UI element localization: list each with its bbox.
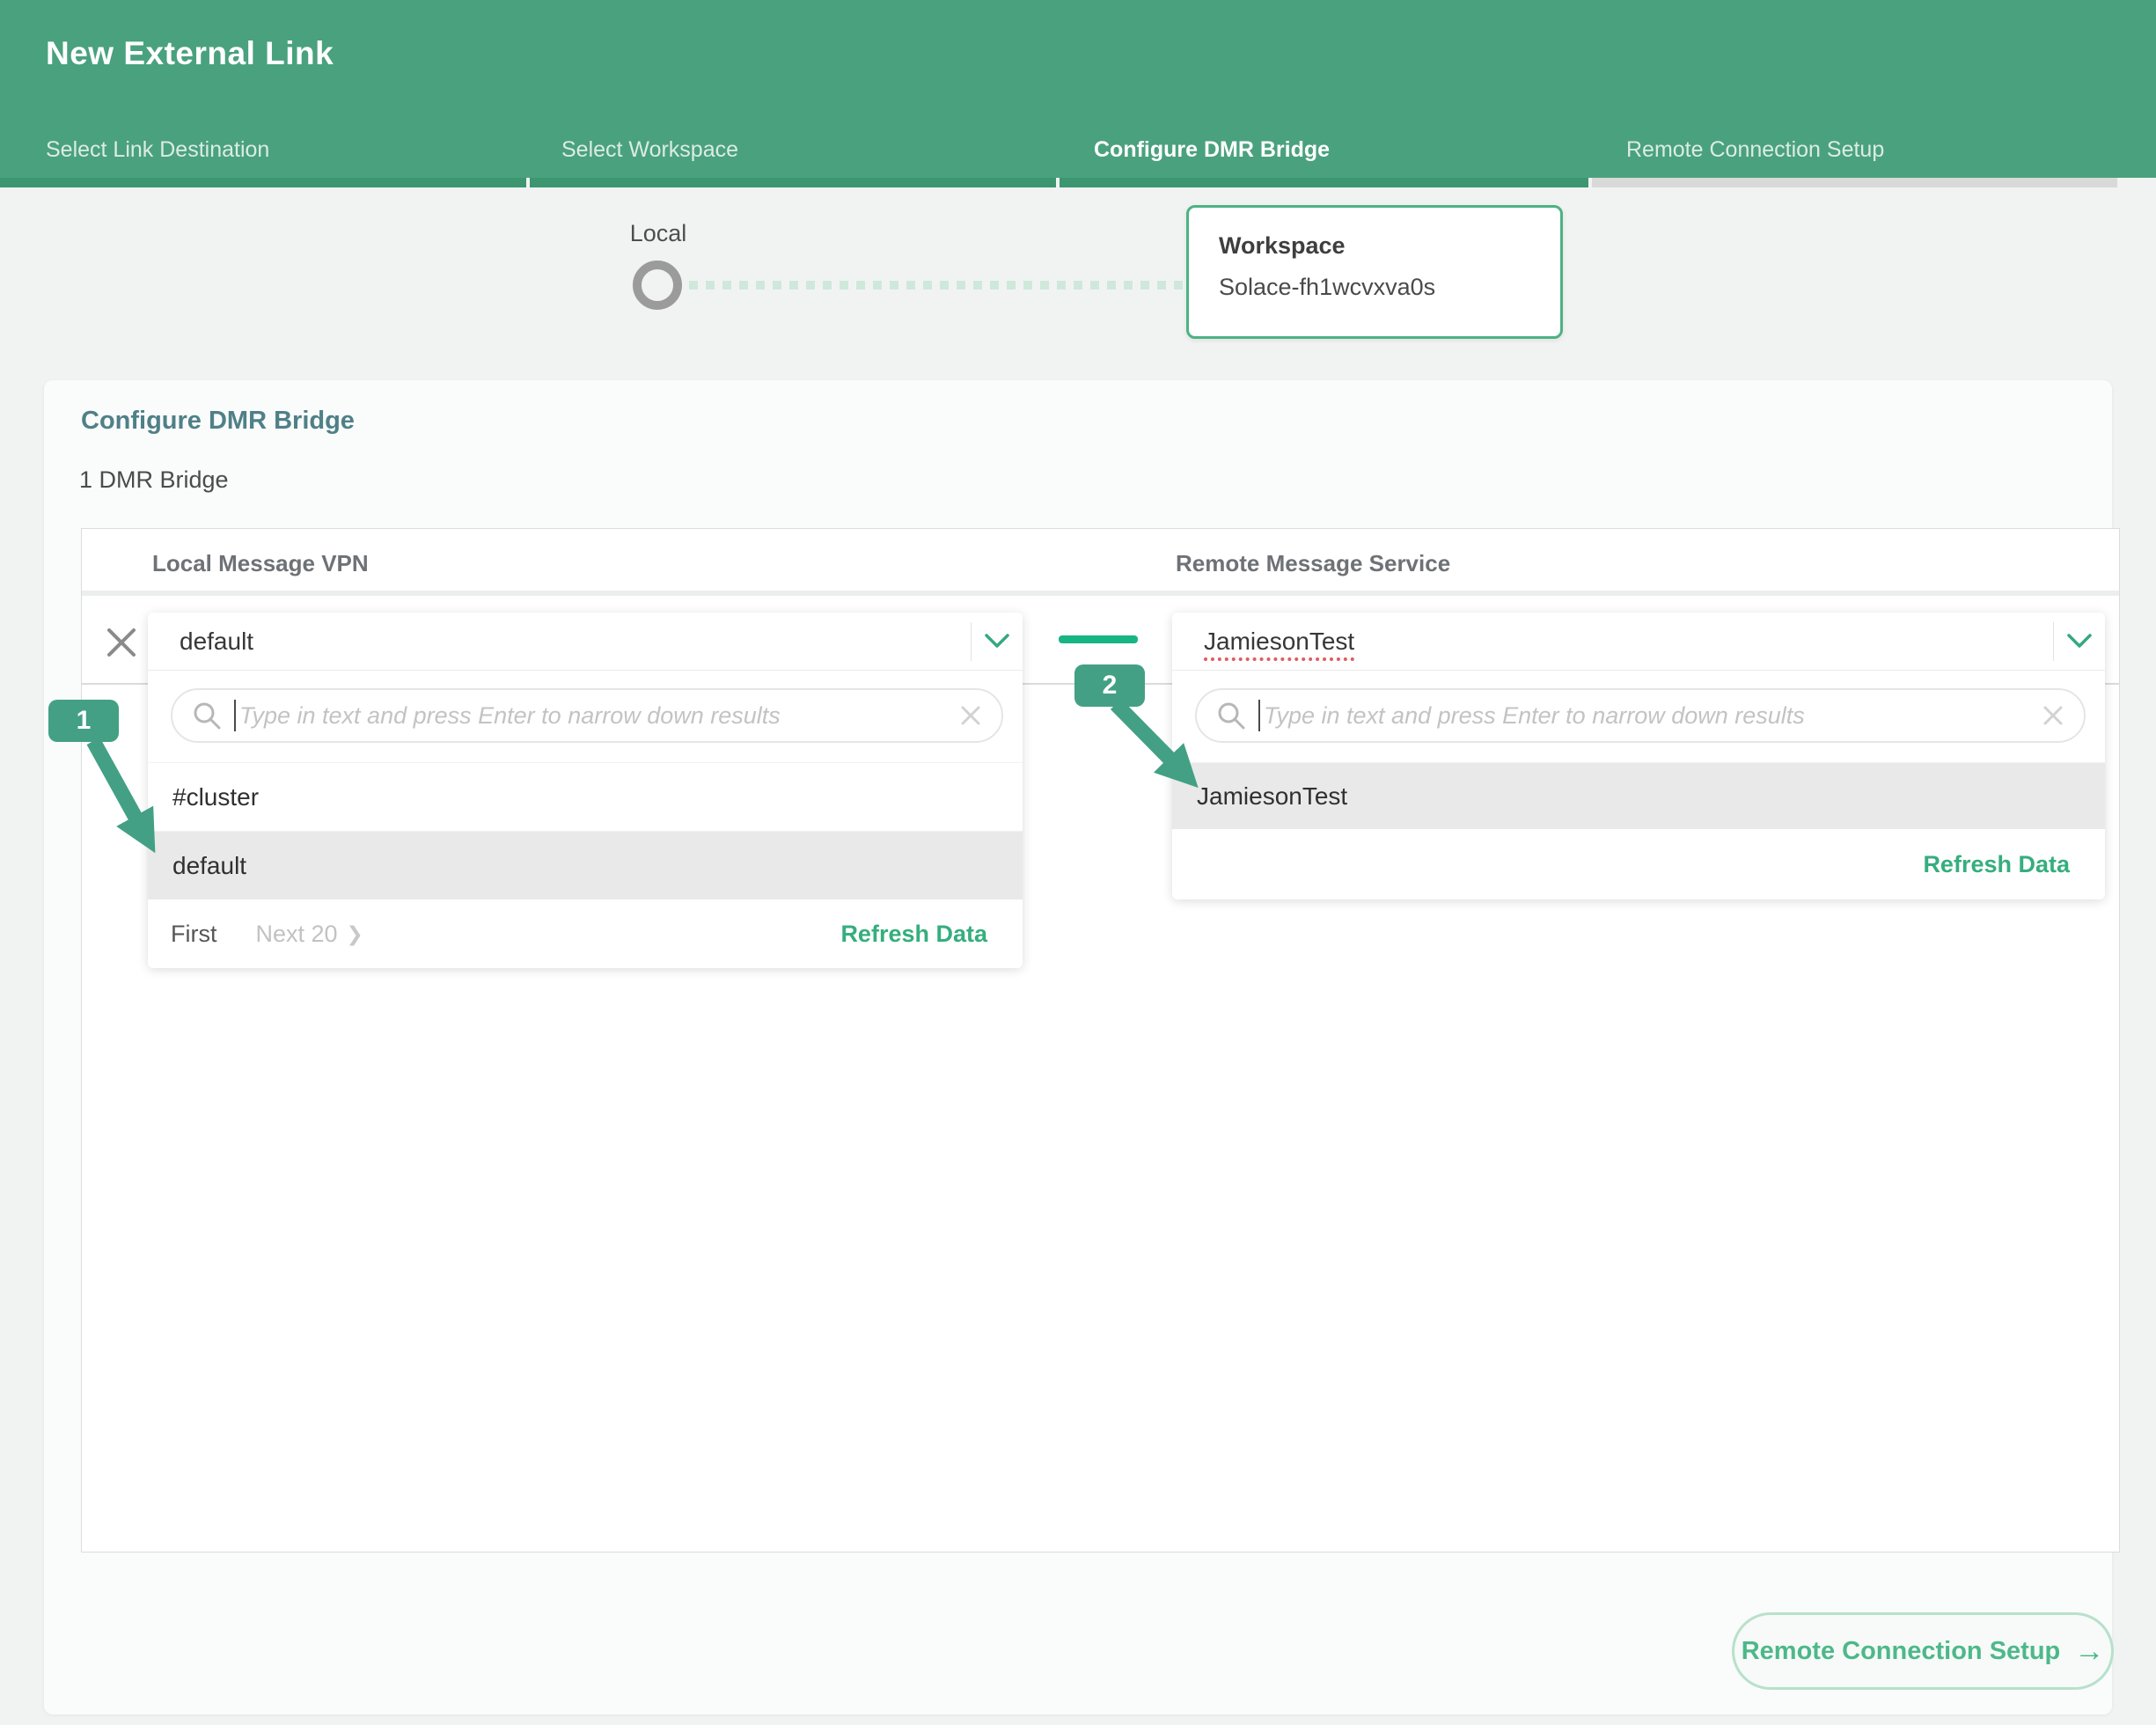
- bridge-row-border: [82, 683, 148, 685]
- pagination-next-label: Next 20: [255, 921, 337, 948]
- remove-bridge-button[interactable]: [102, 623, 141, 662]
- local-node-ring-icon: [633, 261, 682, 310]
- workspace-card-title: Workspace: [1219, 232, 1530, 260]
- section-heading: Configure DMR Bridge: [81, 407, 355, 436]
- x-icon: [102, 623, 141, 662]
- local-vpn-search-input[interactable]: [236, 702, 959, 730]
- pagination-first[interactable]: First: [171, 921, 216, 948]
- remote-service-select-control[interactable]: JamiesonTest: [1172, 613, 2105, 671]
- tab-remote-connection-setup[interactable]: Remote Connection Setup: [1626, 137, 1884, 163]
- remote-connection-setup-button-label: Remote Connection Setup: [1742, 1637, 2061, 1666]
- column-header-remote-message-service: Remote Message Service: [1176, 550, 1450, 577]
- wizard-header: New External Link Select Link Destinatio…: [0, 0, 2156, 178]
- dmr-link-dotted-line: [689, 281, 1185, 290]
- remote-service-select: JamiesonTest JamiesonTest: [1172, 613, 2105, 899]
- remote-service-refresh-data-link[interactable]: Refresh Data: [1923, 851, 2070, 878]
- tab-select-link-destination[interactable]: Select Link Destination: [46, 137, 269, 163]
- local-vpn-selected-value: default: [148, 628, 971, 656]
- local-node-label: Local: [607, 220, 709, 247]
- remote-service-value-text: JamiesonTest: [1204, 628, 1354, 661]
- local-vpn-select: default #cluster default: [148, 613, 1023, 968]
- progress-step-1: [0, 178, 526, 187]
- local-vpn-option-cluster[interactable]: #cluster: [148, 762, 1023, 831]
- tab-select-workspace[interactable]: Select Workspace: [561, 137, 738, 163]
- progress-step-2: [530, 178, 1056, 187]
- workspace-card: Workspace Solace-fh1wcvxva0s: [1186, 205, 1563, 339]
- chevron-down-icon[interactable]: [2054, 634, 2105, 649]
- pagination-next[interactable]: Next 20 ❯: [255, 921, 363, 948]
- column-header-local-message-vpn: Local Message VPN: [152, 550, 369, 577]
- bridge-table-header: Local Message VPN Remote Message Service: [82, 529, 2119, 596]
- clear-search-icon[interactable]: [2042, 704, 2064, 727]
- step-1-badge: 1: [48, 700, 119, 742]
- remote-service-search-box[interactable]: [1195, 688, 2086, 743]
- remote-service-search-input[interactable]: [1260, 702, 2042, 730]
- bridge-row-border: [2105, 683, 2119, 685]
- local-vpn-select-control[interactable]: default: [148, 613, 1023, 671]
- tab-configure-dmr-bridge[interactable]: Configure DMR Bridge: [1094, 137, 1330, 163]
- app-root: New External Link Select Link Destinatio…: [0, 0, 2156, 1725]
- local-vpn-search-area: [148, 671, 1023, 762]
- remote-service-option-jamiesontest[interactable]: JamiesonTest: [1172, 762, 2105, 829]
- local-vpn-search-box[interactable]: [171, 688, 1003, 743]
- clear-search-icon[interactable]: [959, 704, 982, 727]
- chevron-right-icon: ❯: [347, 922, 363, 946]
- arrow-right-icon: →: [2074, 1636, 2104, 1666]
- remote-service-selected-value: JamiesonTest: [1172, 628, 2053, 656]
- remote-service-search-area: [1172, 671, 2105, 762]
- step-2-badge: 2: [1074, 664, 1145, 707]
- page-title: New External Link: [46, 35, 334, 72]
- local-vpn-dropdown-footer: First Next 20 ❯ Refresh Data: [148, 899, 1023, 968]
- chevron-down-icon[interactable]: [972, 634, 1023, 649]
- remote-service-dropdown-footer: Refresh Data: [1172, 829, 2105, 899]
- progress-step-3: [1060, 178, 1588, 187]
- progress-step-4: [1592, 178, 2117, 187]
- bridge-connector-dash: [1059, 635, 1138, 643]
- local-vpn-refresh-data-link[interactable]: Refresh Data: [840, 921, 987, 948]
- remote-connection-setup-button[interactable]: Remote Connection Setup →: [1732, 1612, 2114, 1690]
- bridge-count: 1 DMR Bridge: [79, 466, 229, 494]
- local-vpn-option-default[interactable]: default: [148, 831, 1023, 899]
- workspace-card-name: Solace-fh1wcvxva0s: [1219, 274, 1530, 301]
